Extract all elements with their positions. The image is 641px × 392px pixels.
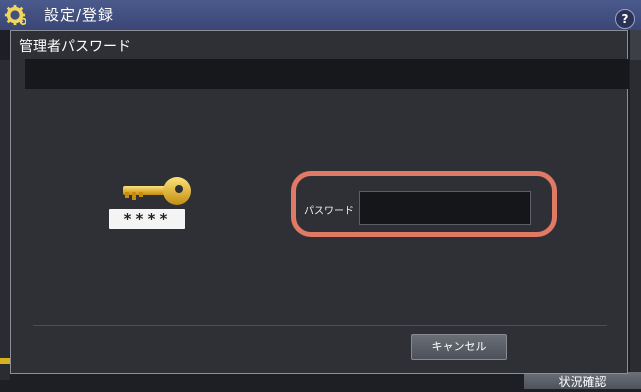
settings-gear-icon	[4, 4, 26, 26]
app-title: 設定/登録	[44, 6, 115, 24]
background-panel-right-top	[630, 30, 641, 60]
background-panel-left	[0, 60, 10, 380]
password-illustration: ****	[109, 176, 199, 236]
dialog-title: 管理者パスワード	[19, 39, 131, 55]
password-input[interactable]	[359, 191, 531, 225]
cancel-button[interactable]: キャンセル	[411, 334, 507, 360]
app-header-bar: 設定/登録 ?	[0, 0, 641, 30]
background-indicator	[0, 358, 10, 364]
password-label: パスワード	[304, 206, 354, 217]
masked-password-display: ****	[109, 209, 185, 229]
background-panel-right	[630, 60, 641, 389]
key-icon	[123, 177, 191, 205]
dialog-divider	[33, 325, 607, 326]
job-status-button[interactable]: 状況確認	[524, 372, 641, 389]
admin-password-dialog: 管理者パスワード **** パスワード キャンセル	[10, 30, 629, 374]
message-bar	[25, 59, 629, 89]
help-icon[interactable]: ?	[615, 9, 635, 29]
